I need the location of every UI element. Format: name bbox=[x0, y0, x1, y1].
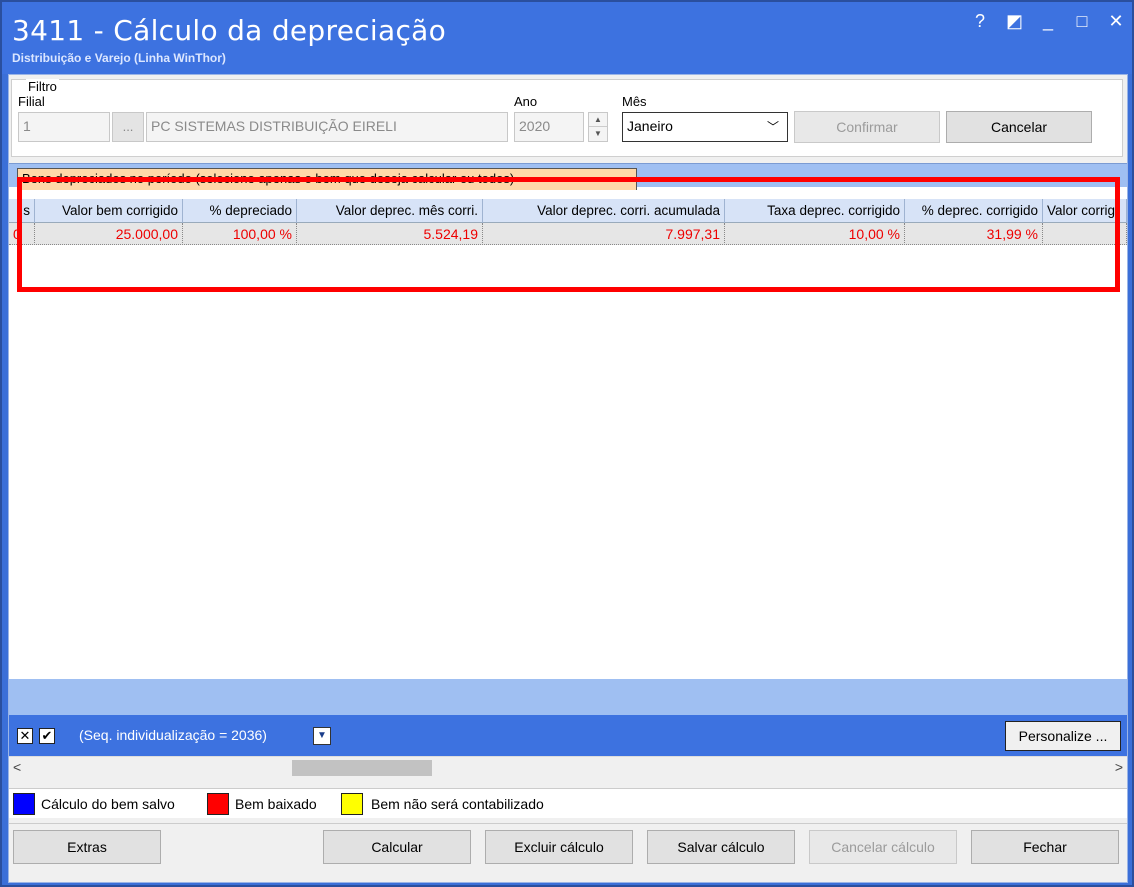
legend-swatch-red bbox=[207, 793, 229, 815]
color-legend: Cálculo do bem salvo Bem baixado Bem não… bbox=[9, 788, 1127, 818]
confirmar-button[interactable]: Confirmar bbox=[794, 111, 940, 143]
filial-label: Filial bbox=[18, 94, 45, 109]
legend-label: Bem não será contabilizado bbox=[371, 796, 544, 812]
window-controls: ? ◩ _ □ ✕ bbox=[972, 12, 1124, 30]
filter-bar: ✕ ✔ (Seq. individualização = 2036) ▼ Per… bbox=[9, 715, 1127, 756]
scroll-left-icon[interactable]: < bbox=[13, 759, 21, 775]
fechar-button[interactable]: Fechar bbox=[971, 830, 1119, 864]
ano-field[interactable]: 2020 bbox=[514, 112, 584, 142]
extras-button[interactable]: Extras bbox=[13, 830, 161, 864]
legend-swatch-yellow bbox=[341, 793, 363, 815]
restore-layout-icon[interactable]: ◩ bbox=[1006, 12, 1023, 30]
spin-up-icon[interactable]: ▲ bbox=[589, 113, 607, 127]
chevron-down-icon: ﹀ bbox=[766, 120, 779, 134]
legend-label: Cálculo do bem salvo bbox=[41, 796, 175, 812]
window-title: 3411 - Cálculo da depreciação bbox=[12, 14, 447, 47]
data-grid: Bens depreciados no período (selecione a… bbox=[9, 163, 1127, 679]
client-area: Filtro Filial 1 ... PC SISTEMAS DISTRIBU… bbox=[8, 74, 1128, 883]
filter-group: Filtro Filial 1 ... PC SISTEMAS DISTRIBU… bbox=[11, 79, 1123, 157]
cancelar-button[interactable]: Cancelar bbox=[946, 111, 1092, 143]
calcular-button[interactable]: Calcular bbox=[323, 830, 471, 864]
filter-dropdown-button[interactable]: ▼ bbox=[313, 727, 331, 745]
scroll-thumb[interactable] bbox=[292, 760, 432, 776]
legend-swatch-blue bbox=[13, 793, 35, 815]
maximize-icon[interactable]: □ bbox=[1074, 12, 1090, 30]
grid-footer-band bbox=[9, 679, 1127, 715]
action-bar: Extras Calcular Excluir cálculo Salvar c… bbox=[9, 823, 1127, 873]
filial-code-field[interactable]: 1 bbox=[18, 112, 110, 142]
close-icon[interactable]: ✕ bbox=[1108, 12, 1124, 30]
horizontal-scrollbar[interactable]: < > bbox=[9, 756, 1127, 778]
ano-spinner[interactable]: ▲ ▼ bbox=[588, 112, 608, 142]
excluir-calculo-button[interactable]: Excluir cálculo bbox=[485, 830, 633, 864]
legend-label: Bem baixado bbox=[235, 796, 317, 812]
title-bar: 3411 - Cálculo da depreciação Distribuiç… bbox=[2, 2, 1132, 74]
mes-select[interactable]: Janeiro ﹀ bbox=[622, 112, 788, 142]
minimize-icon[interactable]: _ bbox=[1040, 12, 1056, 30]
filial-lookup-button[interactable]: ... bbox=[112, 112, 144, 142]
personalize-button[interactable]: Personalize ... bbox=[1005, 721, 1121, 751]
mes-select-value: Janeiro bbox=[627, 118, 673, 134]
red-highlight-box bbox=[17, 177, 1120, 292]
filial-name-field: PC SISTEMAS DISTRIBUIÇÃO EIRELI bbox=[146, 112, 508, 142]
ano-label: Ano bbox=[514, 94, 538, 109]
scroll-right-icon[interactable]: > bbox=[1115, 759, 1123, 775]
filter-legend: Filtro bbox=[26, 79, 59, 94]
window-subtitle: Distribuição e Varejo (Linha WinThor) bbox=[12, 51, 226, 65]
help-icon[interactable]: ? bbox=[972, 12, 988, 30]
filter-text: (Seq. individualização = 2036) bbox=[79, 727, 267, 743]
cancelar-calculo-button[interactable]: Cancelar cálculo bbox=[809, 830, 957, 864]
clear-filter-checkbox[interactable]: ✕ bbox=[17, 728, 33, 744]
app-window: 3411 - Cálculo da depreciação Distribuiç… bbox=[0, 0, 1134, 887]
spin-down-icon[interactable]: ▼ bbox=[589, 127, 607, 141]
salvar-calculo-button[interactable]: Salvar cálculo bbox=[647, 830, 795, 864]
mes-label: Mês bbox=[622, 94, 647, 109]
enable-filter-checkbox[interactable]: ✔ bbox=[39, 728, 55, 744]
